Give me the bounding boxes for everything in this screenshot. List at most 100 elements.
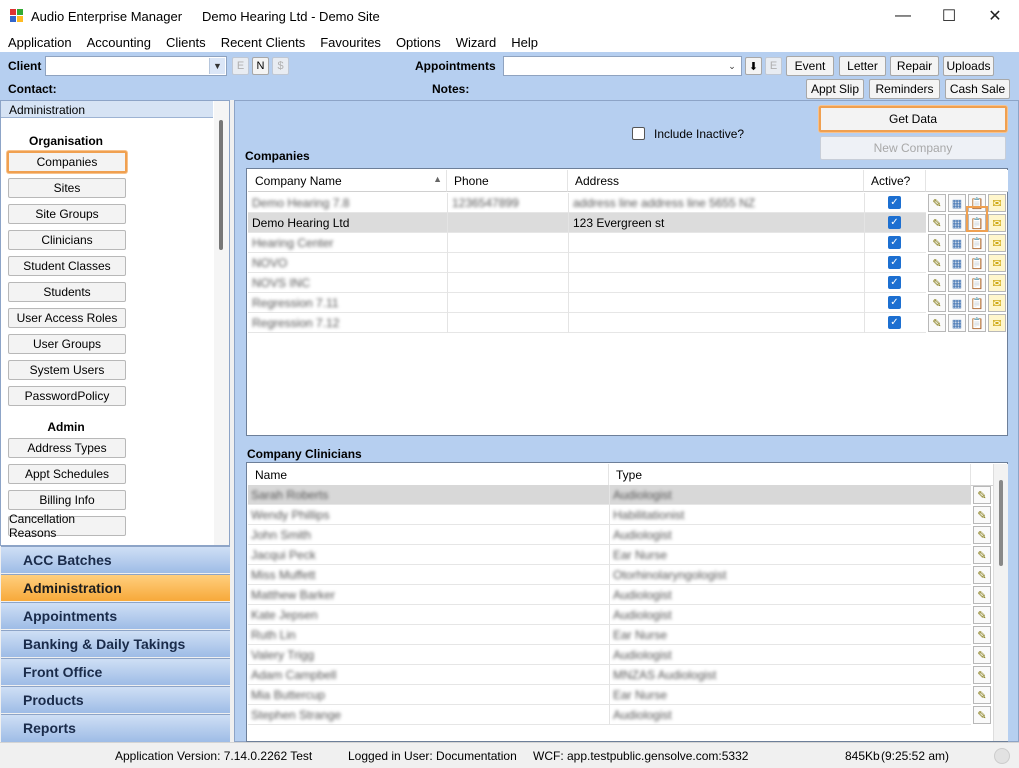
- calendar-icon[interactable]: ▦: [948, 274, 966, 292]
- company-row[interactable]: Demo Hearing 7.8 1236547899 address line a…: [248, 193, 926, 213]
- active-checkbox[interactable]: ✓: [888, 216, 901, 229]
- nav-site-groups-button[interactable]: Site Groups: [8, 204, 126, 224]
- nav-system-users-button[interactable]: System Users: [8, 360, 126, 380]
- envelope-icon[interactable]: ✉: [988, 194, 1006, 212]
- edit-pencil-icon[interactable]: ✎: [973, 506, 991, 524]
- uploads-button[interactable]: Uploads: [943, 56, 994, 76]
- nav-password-policy-button[interactable]: PasswordPolicy: [8, 386, 126, 406]
- edit-pencil-icon[interactable]: ✎: [973, 546, 991, 564]
- minimize-button[interactable]: —: [880, 0, 926, 32]
- module-appointments[interactable]: Appointments: [1, 602, 230, 629]
- column-type[interactable]: Type: [609, 464, 971, 486]
- appt-slip-button[interactable]: Appt Slip: [806, 79, 864, 99]
- clipboard-icon[interactable]: 📋: [968, 254, 986, 272]
- edit-pencil-icon[interactable]: ✎: [928, 274, 946, 292]
- envelope-icon[interactable]: ✉: [988, 234, 1006, 252]
- appointments-combo[interactable]: ⌄: [503, 56, 742, 76]
- edit-pencil-icon[interactable]: ✎: [973, 526, 991, 544]
- calendar-icon[interactable]: ▦: [948, 254, 966, 272]
- clipboard-icon[interactable]: 📋: [968, 314, 986, 332]
- calendar-icon[interactable]: ▦: [948, 194, 966, 212]
- edit-pencil-icon[interactable]: ✎: [973, 666, 991, 684]
- envelope-icon[interactable]: ✉: [988, 294, 1006, 312]
- edit-pencil-icon[interactable]: ✎: [973, 606, 991, 624]
- download-appointment-button[interactable]: ⬇: [745, 57, 762, 75]
- module-acc-batches[interactable]: ACC Batches: [1, 546, 230, 573]
- chevron-down-icon[interactable]: ▼: [209, 58, 225, 74]
- menu-help[interactable]: Help: [503, 32, 545, 52]
- clinician-row[interactable]: Matthew Barker Audiologist: [248, 585, 971, 605]
- envelope-icon[interactable]: ✉: [988, 274, 1006, 292]
- clinician-row[interactable]: Valery Trigg Audiologist: [248, 645, 971, 665]
- nav-cancellation-reasons-button[interactable]: Cancellation Reasons: [8, 512, 126, 540]
- menu-application[interactable]: Application: [0, 32, 79, 52]
- edit-pencil-icon[interactable]: ✎: [928, 194, 946, 212]
- menu-favourites[interactable]: Favourites: [312, 32, 388, 52]
- nav-students-button[interactable]: Students: [8, 282, 126, 302]
- nav-address-types-button[interactable]: Address Types: [8, 438, 126, 458]
- company-row[interactable]: Demo Hearing Ltd 123 Evergreen st ✓: [248, 213, 926, 233]
- get-data-button[interactable]: Get Data: [819, 106, 1007, 132]
- clinician-row[interactable]: Kate Jepsen Audiologist: [248, 605, 971, 625]
- clinician-row[interactable]: Miss Muffett Otorhinolaryngologist: [248, 565, 971, 585]
- reminders-button[interactable]: Reminders: [869, 79, 940, 99]
- module-front-office[interactable]: Front Office: [1, 658, 230, 685]
- clinicians-scrollbar[interactable]: [993, 464, 1008, 741]
- module-reports[interactable]: Reports: [1, 714, 230, 742]
- nav-appt-schedules-button[interactable]: Appt Schedules: [8, 464, 126, 484]
- active-checkbox[interactable]: ✓: [888, 296, 901, 309]
- menu-recent-clients[interactable]: Recent Clients: [213, 32, 313, 52]
- company-row[interactable]: Hearing Center ✓: [248, 233, 926, 253]
- clinician-row[interactable]: Jacqui Peck Ear Nurse: [248, 545, 971, 565]
- client-account-button[interactable]: $: [272, 57, 289, 75]
- company-row[interactable]: Regression 7.12 ✓: [248, 313, 926, 333]
- clinician-row[interactable]: Wendy Phillips Habilitationist: [248, 505, 971, 525]
- client-combo[interactable]: ▼: [45, 56, 227, 76]
- clinician-row[interactable]: John Smith Audiologist: [248, 525, 971, 545]
- calendar-icon[interactable]: ▦: [948, 214, 966, 232]
- nav-sites-button[interactable]: Sites: [8, 178, 126, 198]
- nav-user-groups-button[interactable]: User Groups: [8, 334, 126, 354]
- edit-pencil-icon[interactable]: ✎: [973, 646, 991, 664]
- edit-pencil-icon[interactable]: ✎: [928, 254, 946, 272]
- event-button[interactable]: Event: [786, 56, 834, 76]
- maximize-button[interactable]: ☐: [926, 0, 972, 32]
- client-edit-button[interactable]: E: [232, 57, 249, 75]
- column-address[interactable]: Address: [568, 170, 864, 192]
- module-administration[interactable]: Administration: [1, 574, 230, 601]
- edit-pencil-icon[interactable]: ✎: [973, 706, 991, 724]
- envelope-icon[interactable]: ✉: [988, 214, 1006, 232]
- envelope-icon[interactable]: ✉: [988, 314, 1006, 332]
- edit-pencil-icon[interactable]: ✎: [973, 626, 991, 644]
- edit-pencil-icon[interactable]: ✎: [928, 234, 946, 252]
- column-active[interactable]: Active?: [864, 170, 926, 192]
- nav-billing-info-button[interactable]: Billing Info: [8, 490, 126, 510]
- company-row[interactable]: NOVO ✓: [248, 253, 926, 273]
- navigation-scrollbar-thumb[interactable]: [219, 120, 223, 250]
- column-phone[interactable]: Phone: [447, 170, 568, 192]
- nav-companies-button[interactable]: Companies: [7, 151, 127, 173]
- active-checkbox[interactable]: ✓: [888, 276, 901, 289]
- column-name[interactable]: Name: [248, 464, 609, 486]
- module-products[interactable]: Products: [1, 686, 230, 713]
- active-checkbox[interactable]: ✓: [888, 256, 901, 269]
- appointment-edit-button[interactable]: E: [765, 57, 782, 75]
- chevron-down-icon[interactable]: ⌄: [724, 58, 740, 74]
- menu-clients[interactable]: Clients: [158, 32, 213, 52]
- edit-pencil-icon[interactable]: ✎: [973, 686, 991, 704]
- column-company-name[interactable]: Company Name ▲: [248, 170, 447, 192]
- clipboard-icon[interactable]: 📋: [968, 234, 986, 252]
- calendar-icon[interactable]: ▦: [948, 294, 966, 312]
- clinicians-scrollbar-thumb[interactable]: [999, 480, 1003, 566]
- envelope-icon[interactable]: ✉: [988, 254, 1006, 272]
- edit-pencil-icon[interactable]: ✎: [973, 586, 991, 604]
- clinician-row[interactable]: Mia Buttercup Ear Nurse: [248, 685, 971, 705]
- edit-pencil-icon[interactable]: ✎: [928, 214, 946, 232]
- active-checkbox[interactable]: ✓: [888, 196, 901, 209]
- cash-sale-button[interactable]: Cash Sale: [945, 79, 1010, 99]
- new-company-button[interactable]: New Company: [820, 136, 1006, 160]
- close-button[interactable]: ✕: [972, 0, 1018, 32]
- company-row[interactable]: Regression 7.11 ✓: [248, 293, 926, 313]
- calendar-icon[interactable]: ▦: [948, 314, 966, 332]
- company-row[interactable]: NOVS INC ✓: [248, 273, 926, 293]
